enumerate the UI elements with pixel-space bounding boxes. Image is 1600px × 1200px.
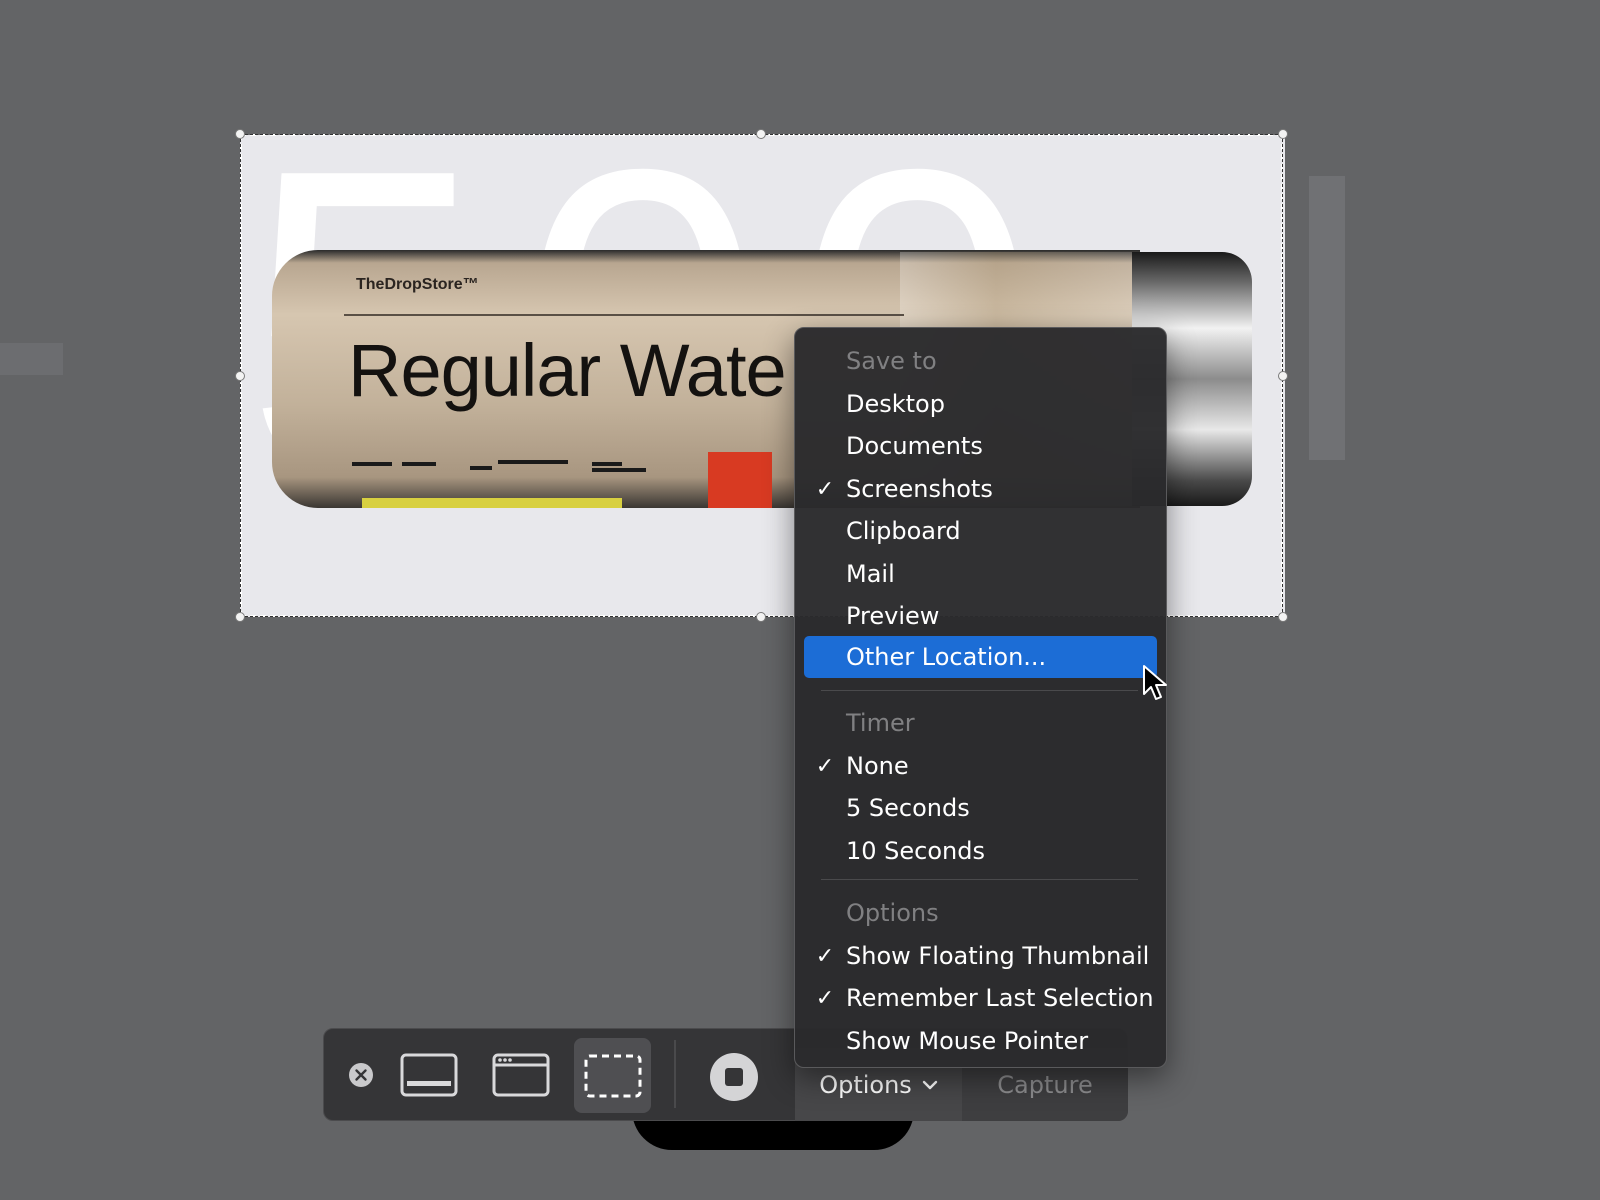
close-icon: [349, 1063, 373, 1087]
resize-handle-top[interactable]: [756, 129, 766, 139]
checkmark-icon: ✓: [815, 753, 835, 779]
menu-item-show-mouse-pointer[interactable]: Show Mouse Pointer: [804, 1020, 1157, 1062]
menu-item-preview[interactable]: Preview: [804, 595, 1157, 637]
menu-item-timer-none[interactable]: ✓ None: [804, 745, 1157, 787]
chevron-down-icon: [922, 1080, 937, 1089]
menu-item-timer-10-seconds[interactable]: 10 Seconds: [804, 830, 1157, 872]
menu-item-show-floating-thumbnail[interactable]: ✓ Show Floating Thumbnail: [804, 935, 1157, 977]
screen: 500 TheDropStore™ Regular Wate: [0, 0, 1600, 1200]
menu-separator: [821, 690, 1138, 691]
menu-item-mail[interactable]: Mail: [804, 553, 1157, 595]
options-label: Options: [819, 1070, 912, 1099]
menu-item-remember-last-selection[interactable]: ✓ Remember Last Selection: [804, 977, 1157, 1019]
menu-separator: [821, 879, 1138, 880]
capture-selection-button[interactable]: [574, 1038, 651, 1113]
capture-entire-screen-button[interactable]: [394, 1046, 464, 1104]
record-button[interactable]: [708, 1051, 760, 1103]
menu-item-other-location[interactable]: Other Location...: [804, 636, 1157, 678]
resize-handle-bottom[interactable]: [756, 612, 766, 622]
toolbar-divider: [674, 1040, 676, 1108]
checkmark-icon: ✓: [815, 985, 835, 1011]
resize-handle-bottom-right[interactable]: [1278, 612, 1288, 622]
capture-selection-icon: [584, 1054, 641, 1097]
mouse-pointer-icon: [1142, 664, 1168, 706]
menu-item-timer-5-seconds[interactable]: 5 Seconds: [804, 787, 1157, 829]
capture-window-button[interactable]: [486, 1046, 556, 1104]
capture-window-icon: [492, 1053, 550, 1097]
menu-header-timer: Timer: [846, 709, 915, 737]
menu-item-clipboard[interactable]: Clipboard: [804, 510, 1157, 552]
checkmark-icon: ✓: [815, 476, 835, 502]
checkmark-icon: ✓: [815, 943, 835, 969]
resize-handle-left[interactable]: [235, 371, 245, 381]
resize-handle-top-right[interactable]: [1278, 129, 1288, 139]
menu-item-screenshots[interactable]: ✓ Screenshots: [804, 468, 1157, 510]
options-menu: Save to Desktop Documents ✓ Screenshots …: [794, 327, 1167, 1068]
resize-handle-bottom-left[interactable]: [235, 612, 245, 622]
background-fragment: [1309, 176, 1345, 460]
capture-label: Capture: [997, 1070, 1093, 1099]
menu-item-desktop[interactable]: Desktop: [804, 383, 1157, 425]
menu-item-documents[interactable]: Documents: [804, 425, 1157, 467]
menu-header-options: Options: [846, 899, 939, 927]
resize-handle-right[interactable]: [1278, 371, 1288, 381]
close-button[interactable]: [346, 1060, 376, 1090]
background-fragment: [0, 343, 63, 375]
record-icon: [710, 1053, 758, 1101]
menu-header-save-to: Save to: [846, 347, 937, 375]
resize-handle-top-left[interactable]: [235, 129, 245, 139]
capture-entire-screen-icon: [400, 1053, 458, 1097]
